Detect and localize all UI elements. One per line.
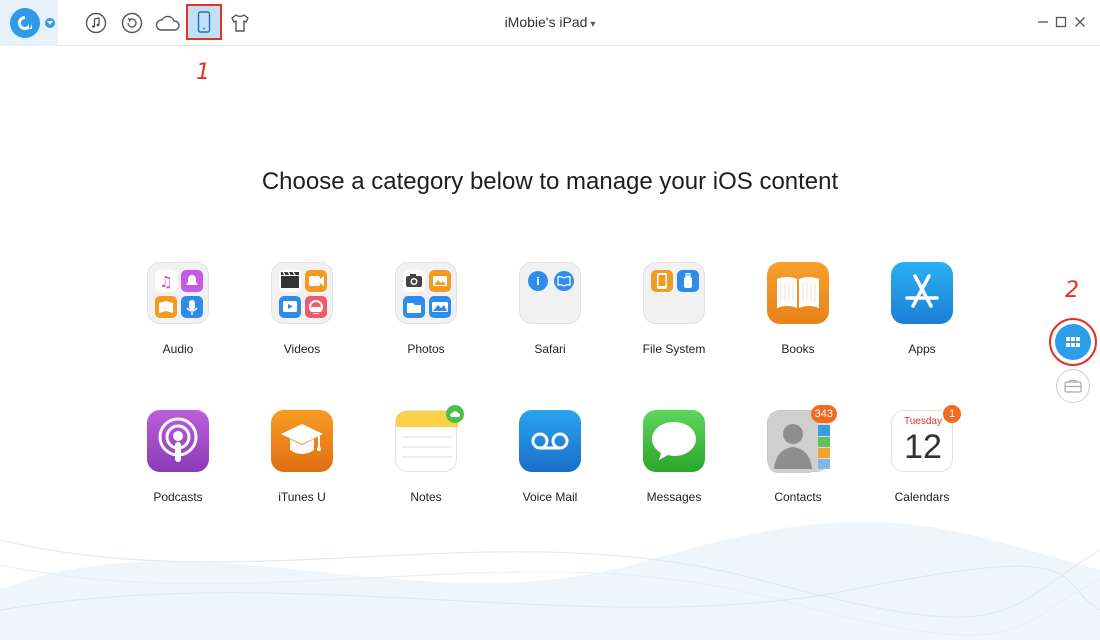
category-label: Calendars bbox=[894, 490, 950, 504]
category-label: File System bbox=[642, 342, 706, 356]
audio-icon: ♫ bbox=[147, 262, 209, 324]
category-voice-mail[interactable]: Voice Mail bbox=[500, 410, 600, 504]
books-icon bbox=[767, 262, 829, 324]
category-safari[interactable]: i Safari bbox=[500, 262, 600, 356]
category-podcasts[interactable]: Podcasts bbox=[128, 410, 228, 504]
category-label: Photos bbox=[407, 342, 445, 356]
category-books[interactable]: Books bbox=[748, 262, 848, 356]
safari-icon: i bbox=[519, 262, 581, 324]
calendars-count-badge: 1 bbox=[943, 405, 961, 423]
videos-icon bbox=[271, 262, 333, 324]
backup-restore-icon[interactable] bbox=[120, 11, 144, 35]
notes-icon bbox=[395, 405, 464, 472]
category-messages[interactable]: Messages bbox=[624, 410, 724, 504]
device-icon bbox=[197, 11, 211, 33]
category-label: Notes bbox=[410, 490, 442, 504]
apps-icon bbox=[891, 262, 953, 324]
music-icon[interactable] bbox=[84, 11, 108, 35]
toolkit-button[interactable] bbox=[1056, 369, 1090, 403]
chevron-down-icon: ▾ bbox=[590, 19, 596, 30]
close-icon[interactable] bbox=[1072, 14, 1088, 30]
category-videos[interactable]: Videos bbox=[252, 262, 352, 356]
contacts-icon: 343 bbox=[767, 405, 837, 473]
toolbox-icon bbox=[1064, 379, 1082, 393]
voice-mail-icon bbox=[519, 410, 581, 472]
photos-icon bbox=[395, 262, 457, 324]
podcasts-icon bbox=[147, 410, 209, 472]
app-logo-area[interactable] bbox=[0, 0, 58, 46]
maximize-icon[interactable] bbox=[1053, 14, 1069, 30]
category-apps[interactable]: Apps bbox=[872, 262, 972, 356]
minimize-icon[interactable] bbox=[1035, 14, 1051, 30]
top-bar: iMobie's iPad ▾ bbox=[0, 0, 1100, 46]
file-system-icon bbox=[643, 262, 705, 324]
category-label: Books bbox=[781, 342, 815, 356]
step-1-annotation: 1 bbox=[196, 60, 210, 85]
svg-text:♫: ♫ bbox=[159, 273, 172, 291]
contacts-count-badge: 343 bbox=[810, 405, 837, 423]
app-logo-icon[interactable] bbox=[10, 8, 40, 38]
itunes-u-icon bbox=[271, 410, 333, 472]
category-label: Contacts bbox=[774, 490, 822, 504]
messages-icon bbox=[643, 410, 705, 472]
device-title: iMobie's iPad bbox=[504, 14, 588, 30]
step-2-annotation: 2 bbox=[1065, 278, 1079, 303]
category-label: Audio bbox=[162, 342, 194, 356]
category-calendars[interactable]: Tuesday 12 1 Calendars bbox=[872, 405, 972, 504]
svg-text:i: i bbox=[536, 275, 540, 288]
category-label: Safari bbox=[534, 342, 566, 356]
category-photos[interactable]: Photos bbox=[376, 262, 476, 356]
cloud-icon[interactable] bbox=[155, 11, 181, 35]
category-file-system[interactable]: File System bbox=[624, 262, 724, 356]
category-audio[interactable]: ♫ Audio bbox=[128, 262, 228, 356]
category-label: Messages bbox=[646, 490, 702, 504]
grid-icon bbox=[1055, 324, 1091, 360]
category-itunes-u[interactable]: iTunes U bbox=[252, 410, 352, 504]
calendars-icon: Tuesday 12 1 bbox=[891, 405, 961, 472]
device-selector[interactable]: iMobie's iPad ▾ bbox=[450, 14, 650, 30]
calendar-day: 12 bbox=[904, 428, 942, 466]
category-label: Voice Mail bbox=[522, 490, 578, 504]
device-manager-button[interactable] bbox=[186, 4, 222, 40]
app-menu-caret-icon[interactable] bbox=[45, 18, 55, 28]
category-notes[interactable]: Notes bbox=[376, 405, 476, 504]
category-view-button[interactable] bbox=[1049, 318, 1097, 366]
page-headline: Choose a category below to manage your i… bbox=[261, 168, 839, 195]
category-label: Videos bbox=[283, 342, 321, 356]
category-label: Podcasts bbox=[153, 490, 203, 504]
tshirt-icon[interactable] bbox=[228, 11, 252, 35]
category-label: Apps bbox=[908, 342, 936, 356]
cloud-sync-badge-icon bbox=[446, 405, 464, 423]
category-contacts[interactable]: 343 Contacts bbox=[748, 405, 848, 504]
category-label: iTunes U bbox=[278, 490, 326, 504]
